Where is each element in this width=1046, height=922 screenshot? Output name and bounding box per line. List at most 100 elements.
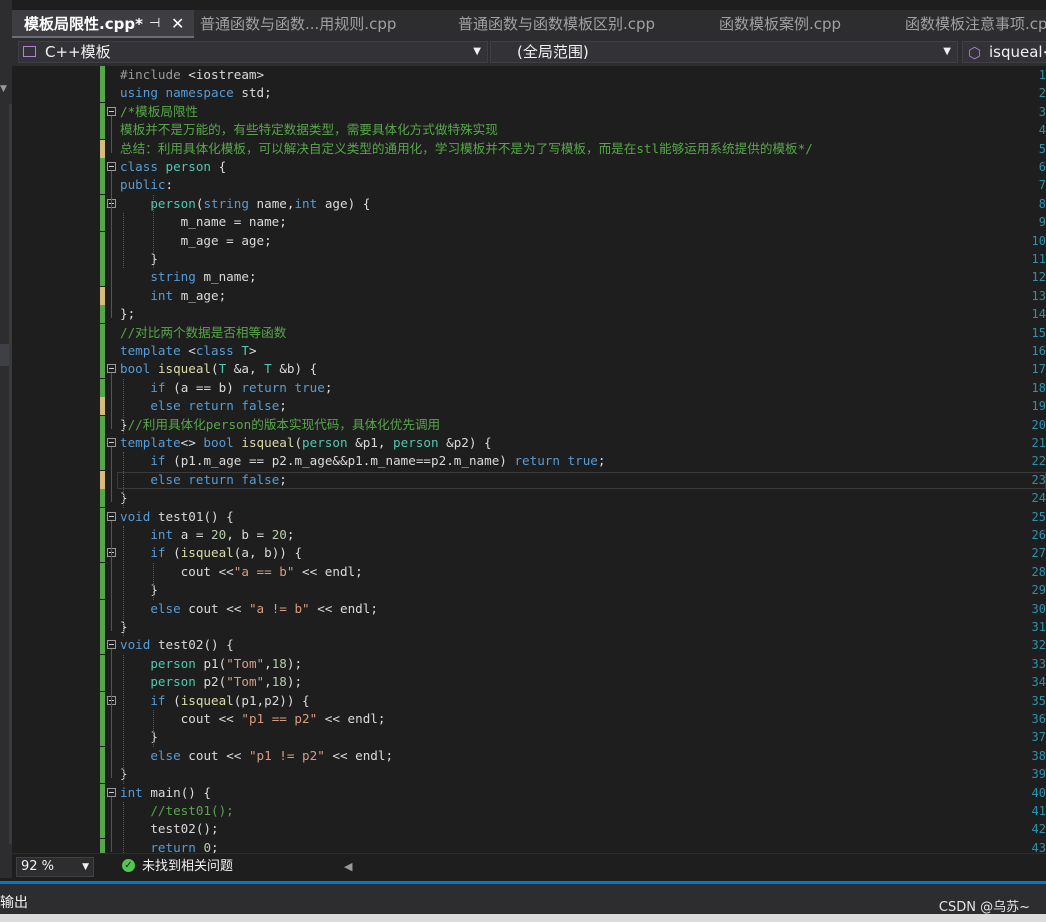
code-line[interactable]: 总结：利用具体化模板，可以解决自定义类型的通用化，学习模板并不是为了写模板，而是… <box>120 140 813 158</box>
collapse-icon[interactable] <box>107 106 116 116</box>
line-number: 39 <box>1031 767 1046 782</box>
code-line[interactable]: else return false; <box>120 397 287 415</box>
line-number: 11 <box>1031 252 1046 266</box>
line-number: 17 <box>1031 362 1046 377</box>
code-line[interactable]: if (a == b) return true; <box>120 379 332 397</box>
code-line[interactable]: cout <<"a == b" << endl; <box>120 563 363 581</box>
indent-guide <box>123 213 124 269</box>
close-icon[interactable]: ✕ <box>171 10 184 36</box>
line-number: 12 <box>1031 270 1046 285</box>
code-line[interactable]: //对比两个数据是否相等函数 <box>120 324 286 342</box>
collapse-icon[interactable] <box>107 787 116 797</box>
line-number: 18 <box>1031 380 1046 395</box>
line-number: 31 <box>1031 620 1046 634</box>
code-line[interactable]: else return false; <box>120 471 287 489</box>
change-marker <box>100 84 105 103</box>
code-line[interactable]: person p2("Tom",18); <box>120 673 302 691</box>
change-marker <box>100 526 105 544</box>
collapse-icon[interactable] <box>107 511 116 521</box>
pin-icon[interactable]: ⊣ <box>149 10 160 36</box>
project-label: C++模板 <box>45 43 111 61</box>
code-line[interactable]: void test01() { <box>120 508 234 526</box>
change-marker <box>100 158 105 176</box>
line-number: 26 <box>1031 528 1046 542</box>
code-line[interactable]: int m_age; <box>120 287 226 305</box>
issues-status[interactable]: 未找到相关问题 <box>142 857 233 877</box>
line-number: 28 <box>1031 564 1046 579</box>
member-dropdown[interactable]: ⬡ isqueal< <box>962 41 1046 63</box>
change-marker <box>100 342 105 360</box>
tab-file[interactable]: 函数模板案例.cpp <box>719 10 899 38</box>
code-line[interactable]: 模板并不是万能的，有些特定数据类型，需要具体化方式做特殊实现 <box>120 121 498 139</box>
change-marker <box>100 231 105 250</box>
project-dropdown[interactable]: C++模板 ▼ <box>18 41 488 63</box>
change-marker <box>100 194 105 213</box>
collapse-icon[interactable] <box>107 364 116 374</box>
line-number: 30 <box>1031 601 1046 616</box>
line-number: 32 <box>1031 638 1046 653</box>
code-line[interactable]: string m_name; <box>120 268 256 286</box>
code-line[interactable]: using namespace std; <box>120 84 272 102</box>
collapse-icon[interactable] <box>107 640 116 650</box>
code-line[interactable]: template <class T> <box>120 342 257 360</box>
code-line[interactable]: int main() { <box>120 784 211 802</box>
collapse-icon[interactable] <box>107 162 116 171</box>
member-label: isqueal< <box>989 43 1046 61</box>
code-line[interactable]: m_name = name; <box>120 213 287 231</box>
change-marker <box>100 618 105 636</box>
code-line[interactable]: if (isqueal(a, b)) { <box>120 544 302 562</box>
code-line[interactable]: bool isqueal(T &a, T &b) { <box>120 360 317 378</box>
tab-file[interactable]: 普通函数与函数模板区别.cpp <box>458 10 708 38</box>
code-line[interactable]: m_age = age; <box>120 232 272 250</box>
code-line[interactable]: person p1("Tom",18); <box>120 655 302 673</box>
code-line[interactable]: #include <iostream> <box>120 66 264 84</box>
change-marker <box>100 838 105 853</box>
code-line[interactable]: test02(); <box>120 820 218 838</box>
line-number: 8 <box>1038 196 1046 211</box>
code-line[interactable]: template<> bool isqueal(person &p1, pers… <box>120 434 492 452</box>
fold-connector <box>111 447 112 503</box>
line-number: 42 <box>1031 822 1046 837</box>
code-line[interactable]: }; <box>120 305 135 323</box>
code-line[interactable]: else cout << "a != b" << endl; <box>120 600 378 618</box>
output-panel-title[interactable]: 输出 <box>0 892 28 912</box>
collapse-arrow-icon[interactable]: ▼ <box>0 84 7 94</box>
line-number: 40 <box>1031 785 1046 800</box>
tab-file[interactable]: 普通函数与函数...用规则.cpp <box>200 10 450 38</box>
tab-file[interactable]: 函数模板注意事项.cp <box>905 10 1046 38</box>
line-number: 34 <box>1031 675 1046 690</box>
change-marker <box>100 434 105 452</box>
code-line[interactable]: int a = 20, b = 20; <box>120 526 294 544</box>
code-line[interactable]: /*模板局限性 <box>120 103 198 121</box>
zoom-dropdown[interactable]: 92 % ▼ <box>16 857 94 877</box>
scope-label: (全局范围) <box>517 43 589 61</box>
code-line[interactable]: if (isqueal(p1,p2)) { <box>120 692 309 710</box>
code-line[interactable]: //test01(); <box>120 802 233 820</box>
tab-active-file[interactable]: 模板局限性.cpp* ⊣ ✕ <box>12 10 194 38</box>
change-marker <box>100 305 105 324</box>
code-line[interactable]: if (p1.m_age == p2.m_age&&p1.m_name==p2.… <box>120 452 605 470</box>
horizontal-scrollbar[interactable] <box>0 914 1046 922</box>
code-line[interactable]: void test02() { <box>120 636 234 654</box>
code-line[interactable]: class person { <box>120 158 226 176</box>
indent-guide <box>123 654 124 784</box>
indent-guide <box>153 194 154 269</box>
code-line[interactable]: person(string name,int age) { <box>120 195 370 213</box>
collapse-icon[interactable] <box>107 438 116 447</box>
output-panel-header: 输出 CSDN @乌苏~ <box>0 884 1046 922</box>
change-marker <box>100 213 105 232</box>
code-line[interactable]: public: <box>120 176 173 194</box>
change-marker <box>100 323 105 342</box>
code-line[interactable]: }//利用具体化person的版本实现代码，具体化优先调用 <box>120 416 440 434</box>
code-editor[interactable]: 1 #include <iostream> 2 using namespace std… <box>12 66 1046 853</box>
document-tab-bar: 模板局限性.cpp* ⊣ ✕ 普通函数与函数...用规则.cpp 普通函数与函数… <box>12 10 1046 38</box>
fold-connector <box>111 207 112 263</box>
change-marker <box>100 728 105 747</box>
code-line[interactable]: cout << "p1 == p2" << endl; <box>120 710 386 728</box>
code-line[interactable]: return 0; <box>120 839 218 853</box>
code-line[interactable]: else cout << "p1 != p2" << endl; <box>120 747 393 765</box>
scope-dropdown[interactable]: (全局范围) ▼ <box>490 41 958 63</box>
change-marker <box>100 452 105 471</box>
scroll-left-icon[interactable]: ◀ <box>344 857 352 877</box>
fold-connector <box>111 796 112 852</box>
